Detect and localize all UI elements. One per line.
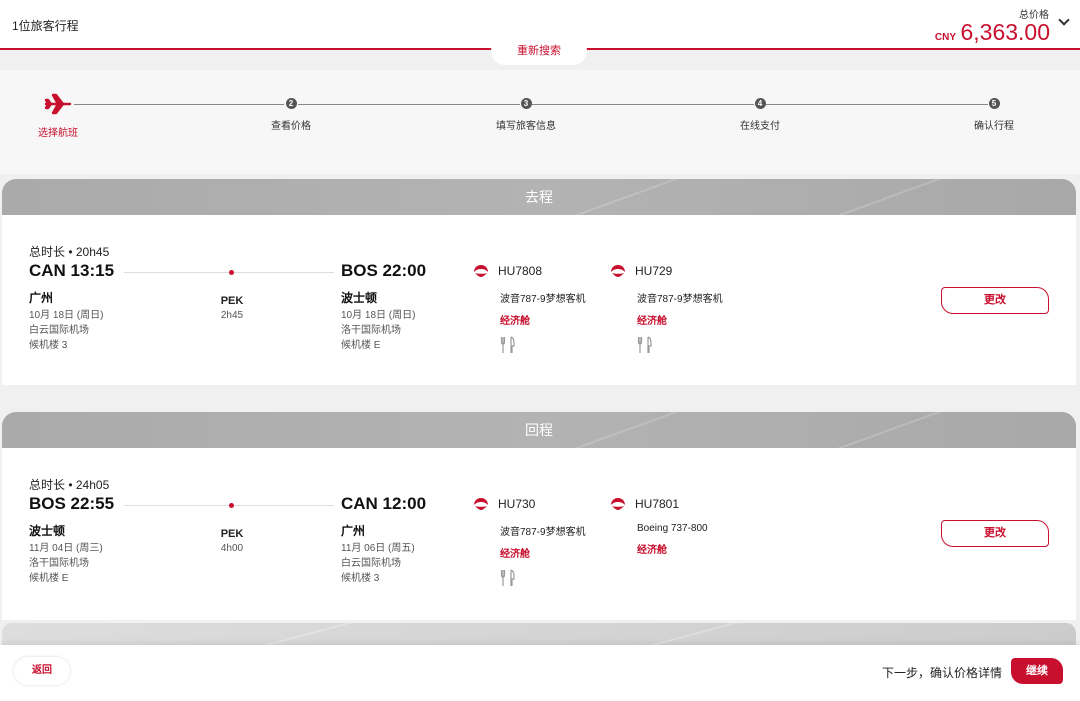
stopover-duration: 2h45 bbox=[220, 310, 244, 321]
aircraft-type: 波音787-9梦想客机 bbox=[500, 527, 586, 538]
step-label: 确认行程 bbox=[974, 121, 1014, 132]
step-select-flight: 选择航班 bbox=[0, 92, 118, 139]
total-price-box[interactable]: 总价格 CNY 6,363.00 bbox=[935, 6, 1050, 49]
total-duration: 总时长 • 20h45 bbox=[29, 245, 110, 259]
departure-terminal: 候机楼 3 bbox=[29, 340, 68, 351]
stopover: PEK 4h00 bbox=[202, 528, 262, 554]
arrival-airport: 洛干国际机场 bbox=[341, 325, 401, 336]
cabin-class: 经济舱 bbox=[500, 549, 530, 560]
stopover-code: PEK bbox=[220, 295, 244, 307]
departure-time: BOS 22:55 bbox=[29, 494, 115, 513]
change-return-button[interactable]: 更改 bbox=[941, 520, 1049, 547]
flight-segment: HU730 波音787-9梦想客机 经济舱 bbox=[472, 496, 612, 592]
outbound-header: 去程 bbox=[2, 179, 1076, 215]
flight-number: HU7801 bbox=[635, 497, 680, 511]
step-view-price: 2 查看价格 bbox=[231, 92, 351, 132]
arrival-airport: 白云国际机场 bbox=[341, 558, 401, 569]
departure-city: 广州 bbox=[29, 291, 54, 305]
step-passenger-info: 3 填写旅客信息 bbox=[466, 92, 586, 132]
step-label: 查看价格 bbox=[271, 121, 311, 132]
currency-code: CNY bbox=[934, 32, 957, 43]
airline-logo-icon bbox=[474, 498, 488, 510]
flight-number: HU730 bbox=[498, 497, 536, 511]
step-label: 选择航班 bbox=[38, 128, 78, 139]
footer-bar: 返回 下一步，确认价格详情 继续 bbox=[0, 645, 1080, 701]
next-step-text: 下一步，确认价格详情 bbox=[881, 666, 1002, 680]
step-payment: 4 在线支付 bbox=[700, 92, 820, 132]
departure-date: 10月 18日 (周日) bbox=[29, 310, 104, 321]
aircraft-type: 波音787-9梦想客机 bbox=[500, 294, 586, 305]
chevron-down-icon[interactable] bbox=[1058, 14, 1070, 26]
section-heading: 回程 bbox=[525, 422, 553, 438]
return-header: 回程 bbox=[2, 412, 1076, 448]
continue-button[interactable]: 继续 bbox=[1011, 658, 1063, 684]
change-outbound-button[interactable]: 更改 bbox=[941, 287, 1049, 314]
step-number: 4 bbox=[754, 98, 766, 109]
cabin-class: 经济舱 bbox=[637, 545, 667, 556]
arrival-terminal: 候机楼 E bbox=[341, 340, 381, 351]
arrival-date: 11月 06日 (周五) bbox=[341, 543, 415, 554]
step-number: 3 bbox=[520, 98, 532, 109]
return-details: 总时长 • 24h05 BOS 22:55 CAN 12:00 波士顿 11月 … bbox=[2, 448, 1076, 620]
cabin-class: 经济舱 bbox=[500, 316, 530, 327]
aircraft-type: Boeing 737-800 bbox=[637, 523, 708, 534]
step-number: 2 bbox=[285, 98, 297, 109]
airline-logo-icon bbox=[611, 265, 625, 277]
departure-city: 波士顿 bbox=[29, 524, 66, 538]
departure-airport: 洛干国际机场 bbox=[29, 558, 89, 569]
stopover-dot bbox=[229, 270, 234, 275]
arrival-city: 波士顿 bbox=[341, 291, 378, 305]
step-number: 5 bbox=[988, 98, 1000, 109]
arrival-terminal: 候机楼 3 bbox=[341, 573, 380, 584]
decorative-strip bbox=[2, 623, 1076, 645]
flight-number: HU729 bbox=[635, 264, 673, 278]
airline-logo-icon bbox=[474, 265, 488, 277]
departure-terminal: 候机楼 E bbox=[29, 573, 69, 584]
outbound-section: 去程 总时长 • 20h45 CAN 13:15 BOS 22:00 广州 10… bbox=[2, 179, 1076, 385]
back-button[interactable]: 返回 bbox=[14, 657, 70, 685]
flight-segment: HU729 波音787-9梦想客机 经济舱 bbox=[609, 263, 749, 359]
outbound-details: 总时长 • 20h45 CAN 13:15 BOS 22:00 广州 10月 1… bbox=[2, 215, 1076, 385]
total-price-amount: 6,363.00 bbox=[960, 19, 1050, 45]
arrival-date: 10月 18日 (周日) bbox=[341, 310, 416, 321]
departure-date: 11月 04日 (周三) bbox=[29, 543, 103, 554]
departure-time: CAN 13:15 bbox=[29, 261, 115, 280]
airline-logo-icon bbox=[611, 498, 625, 510]
flight-number: HU7808 bbox=[498, 264, 543, 278]
plane-icon bbox=[44, 93, 72, 115]
stopover-duration: 4h00 bbox=[220, 543, 244, 554]
section-heading: 去程 bbox=[525, 189, 553, 205]
meal-icon bbox=[500, 569, 515, 586]
flight-segment: HU7801 Boeing 737-800 经济舱 bbox=[609, 496, 749, 556]
total-duration: 总时长 • 24h05 bbox=[29, 478, 110, 492]
step-confirm: 5 确认行程 bbox=[934, 92, 1054, 132]
arrival-time: CAN 12:00 bbox=[341, 494, 427, 513]
booking-stepper: 选择航班 2 查看价格 3 填写旅客信息 4 在线支付 5 确认行程 bbox=[0, 70, 1080, 174]
cabin-class: 经济舱 bbox=[637, 316, 667, 327]
flight-segment: HU7808 波音787-9梦想客机 经济舱 bbox=[472, 263, 612, 359]
aircraft-type: 波音787-9梦想客机 bbox=[637, 294, 723, 305]
arrival-time: BOS 22:00 bbox=[341, 261, 427, 280]
research-button[interactable]: 重新搜索 bbox=[491, 37, 587, 65]
departure-airport: 白云国际机场 bbox=[29, 325, 89, 336]
step-label: 在线支付 bbox=[740, 121, 780, 132]
arrival-city: 广州 bbox=[341, 524, 366, 538]
stopover-dot bbox=[229, 503, 234, 508]
itinerary-title: 1位旅客行程 bbox=[12, 19, 79, 33]
stopover: PEK 2h45 bbox=[202, 295, 262, 321]
meal-icon bbox=[637, 336, 652, 353]
stopover-code: PEK bbox=[220, 528, 244, 540]
meal-icon bbox=[500, 336, 515, 353]
step-label: 填写旅客信息 bbox=[496, 121, 556, 132]
return-section: 回程 总时长 • 24h05 BOS 22:55 CAN 12:00 波士顿 1… bbox=[2, 412, 1076, 620]
